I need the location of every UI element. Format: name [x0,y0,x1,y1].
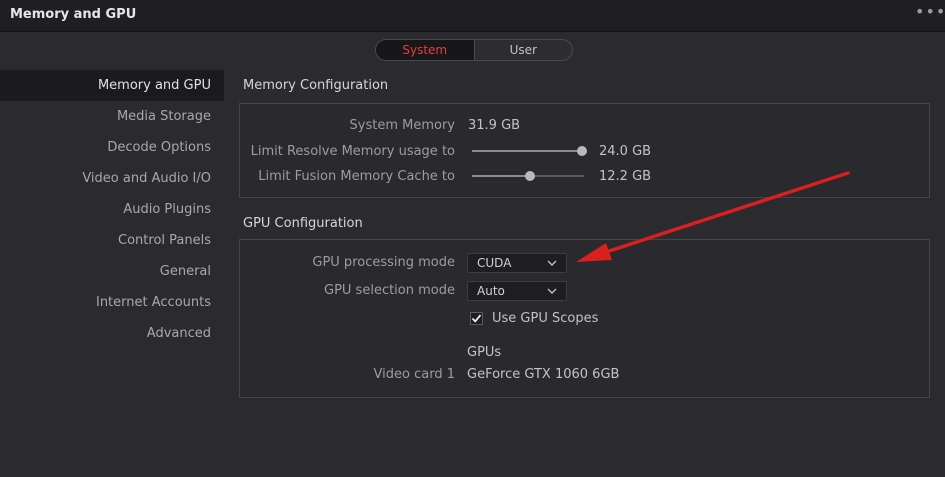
gpu-processing-mode-dropdown[interactable]: CUDA [467,253,567,273]
video-card-value: GeForce GTX 1060 6GB [467,367,620,382]
sidebar-item-general[interactable]: General [0,256,224,287]
title-bar: Memory and GPU ••• [0,0,945,32]
sidebar-item-media-storage[interactable]: Media Storage [0,101,224,132]
sidebar-item-internet-accounts[interactable]: Internet Accounts [0,287,224,318]
system-memory-label: System Memory [349,118,455,133]
memory-section-title: Memory Configuration [243,78,389,93]
slider-handle[interactable] [525,171,536,181]
system-memory-value: 31.9 GB [468,118,521,133]
resolve-memory-slider[interactable] [472,145,587,157]
window-title: Memory and GPU [10,7,137,22]
checkmark-icon [471,314,482,323]
sidebar-item-control-panels[interactable]: Control Panels [0,225,224,256]
video-card-label: Video card 1 [373,367,455,382]
gpu-processing-mode-value: CUDA [477,256,512,270]
chevron-down-icon [547,288,557,294]
gpu-selection-mode-value: Auto [477,284,505,298]
resolve-memory-label: Limit Resolve Memory usage to [250,144,455,159]
gpus-heading: GPUs [467,345,502,360]
fusion-cache-label: Limit Fusion Memory Cache to [258,169,455,184]
resolve-memory-value: 24.0 GB [599,144,652,159]
tab-system[interactable]: System [376,40,474,60]
fusion-cache-slider[interactable] [472,170,584,182]
gpu-processing-mode-label: GPU processing mode [312,255,455,270]
sidebar-item-audio-plugins[interactable]: Audio Plugins [0,194,224,225]
gpu-selection-mode-label: GPU selection mode [324,283,455,298]
sidebar-item-video-audio-io[interactable]: Video and Audio I/O [0,163,224,194]
slider-handle[interactable] [576,146,587,156]
sidebar-item-decode-options[interactable]: Decode Options [0,132,224,163]
use-gpu-scopes-checkbox[interactable] [470,312,483,325]
sidebar-item-memory-and-gpu[interactable]: Memory and GPU [0,70,224,101]
fusion-cache-value: 12.2 GB [599,169,652,184]
use-gpu-scopes-label: Use GPU Scopes [492,311,599,326]
more-options-icon[interactable]: ••• [915,4,945,24]
gpu-selection-mode-dropdown[interactable]: Auto [467,281,567,301]
slider-fill [472,150,582,152]
chevron-down-icon [547,260,557,266]
gpu-section-title: GPU Configuration [243,216,363,231]
memory-panel: System Memory 31.9 GB Limit Resolve Memo… [239,103,930,198]
tab-user[interactable]: User [473,40,573,60]
sidebar-item-advanced[interactable]: Advanced [0,318,224,349]
gpu-panel: GPU processing mode CUDA GPU selection m… [239,239,930,398]
scope-toggle: System User [375,39,573,61]
slider-fill [472,175,531,177]
sidebar: Memory and GPU Media Storage Decode Opti… [0,70,224,349]
